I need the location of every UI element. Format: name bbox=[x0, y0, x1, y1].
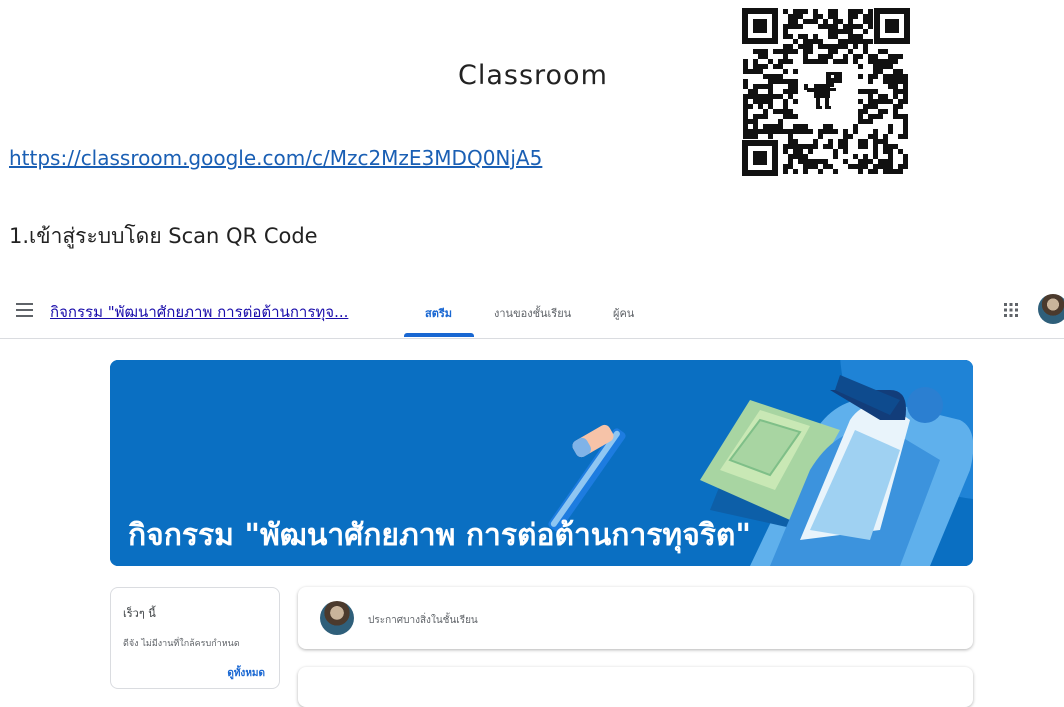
tab-people[interactable]: ผู้คน bbox=[613, 304, 634, 322]
announce-placeholder[interactable]: ประกาศบางสิ่งในชั้นเรียน bbox=[368, 613, 478, 628]
upcoming-text: ดีจัง ไม่มีงานที่ใกล้ครบกำหนด bbox=[123, 639, 240, 649]
qr-code-icon bbox=[742, 8, 910, 176]
upcoming-heading: เร็วๆ นี้ bbox=[123, 607, 156, 620]
classroom-top-bar: กิจกรรม "พัฒนาศักยภาพ การต่อต้านการทุจ..… bbox=[0, 286, 1064, 339]
avatar bbox=[320, 601, 354, 635]
upcoming-card: เร็วๆ นี้ ดีจัง ไม่มีงานที่ใกล้ครบกำหนด … bbox=[110, 587, 280, 689]
apps-grid-icon[interactable] bbox=[1002, 301, 1020, 319]
step-instruction: 1.เข้าสู่ระบบโดย Scan QR Code bbox=[9, 224, 318, 248]
tab-stream[interactable]: สตรีม bbox=[425, 304, 452, 322]
classroom-link[interactable]: https://classroom.google.com/c/Mzc2MzE3M… bbox=[9, 146, 542, 170]
tab-classwork[interactable]: งานของชั้นเรียน bbox=[494, 304, 571, 322]
banner-title: กิจกรรม "พัฒนาศักยภาพ การต่อต้านการทุจริ… bbox=[128, 518, 751, 553]
course-name-link[interactable]: กิจกรรม "พัฒนาศักยภาพ การต่อต้านการทุจ..… bbox=[50, 300, 348, 324]
stream-card bbox=[298, 667, 973, 707]
doc-title: Classroom bbox=[458, 60, 608, 91]
active-tab-indicator bbox=[404, 333, 474, 337]
menu-icon[interactable] bbox=[16, 303, 33, 317]
announcement-box[interactable]: ประกาศบางสิ่งในชั้นเรียน bbox=[298, 587, 973, 649]
dinosaur-icon bbox=[800, 66, 852, 118]
user-avatar[interactable] bbox=[1038, 294, 1064, 324]
view-all-link[interactable]: ดูทั้งหมด bbox=[227, 666, 265, 681]
class-banner: กิจกรรม "พัฒนาศักยภาพ การต่อต้านการทุจริ… bbox=[110, 360, 973, 566]
